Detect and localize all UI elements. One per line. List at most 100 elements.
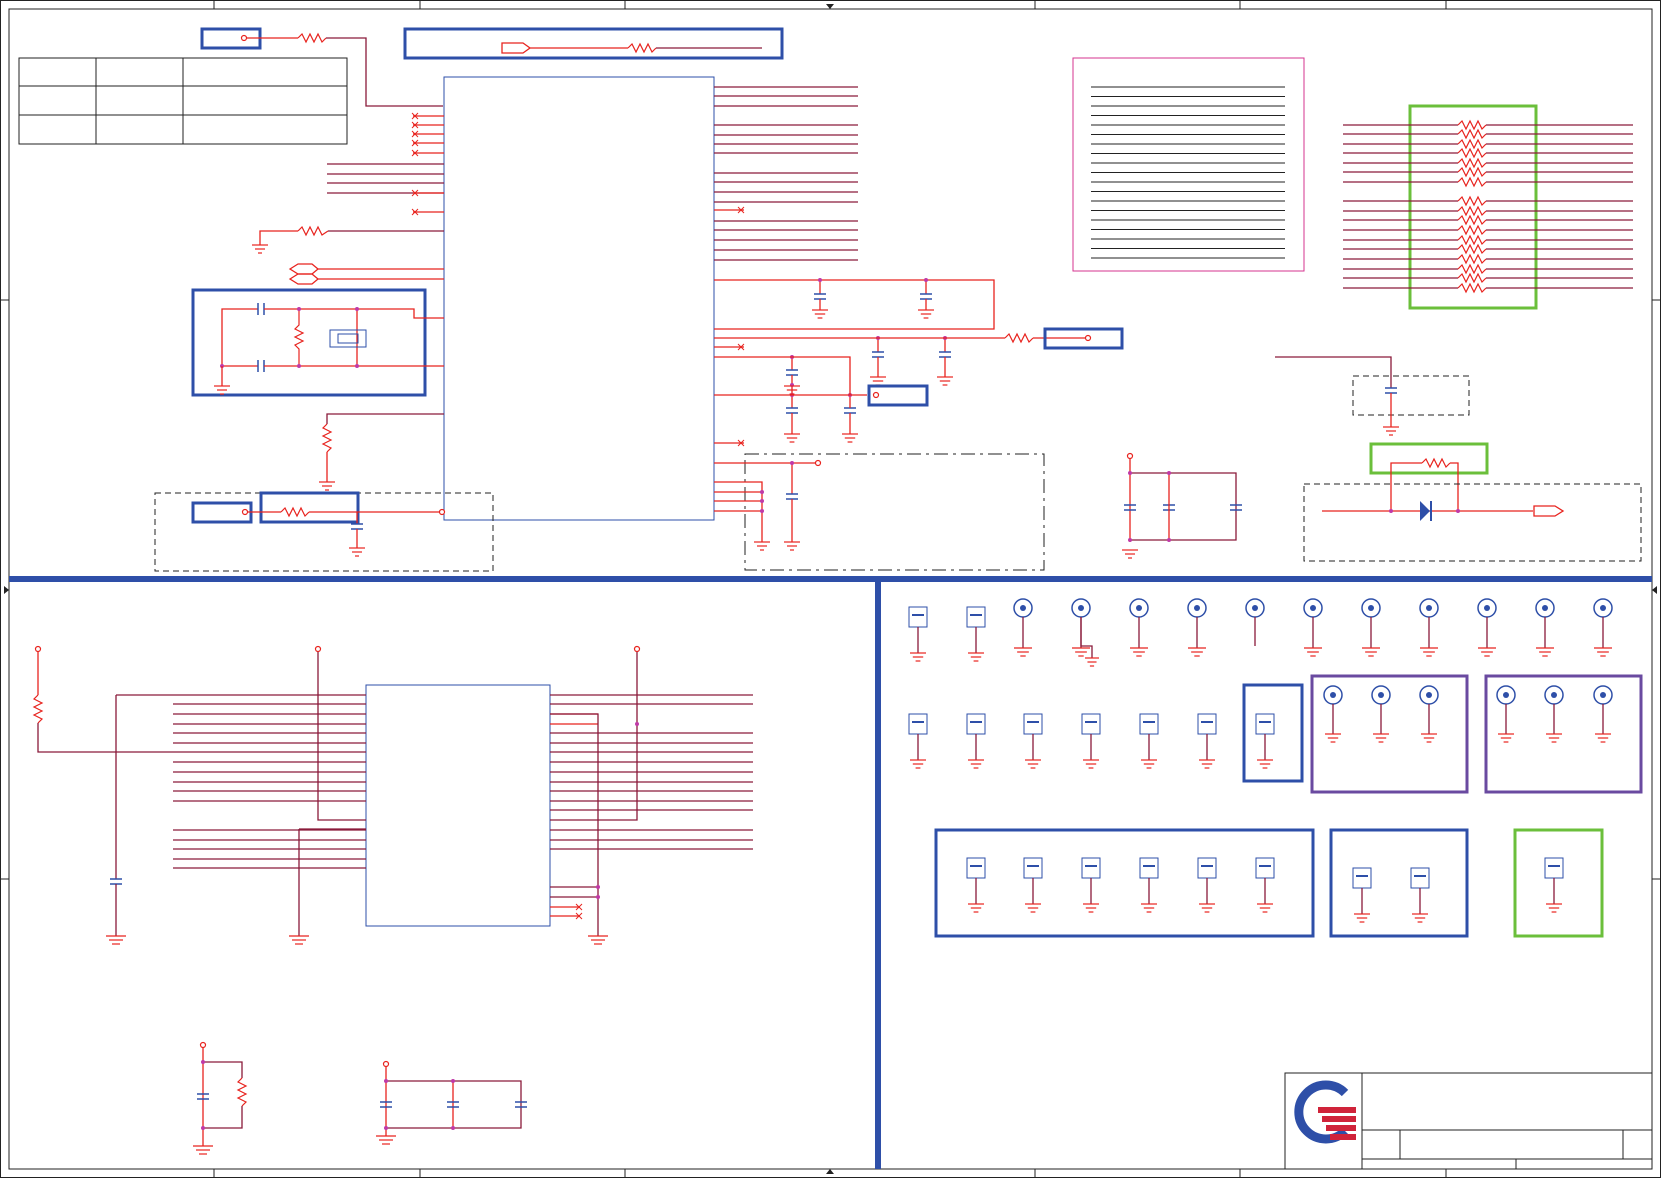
ground-icon (1083, 759, 1099, 769)
mounting-hole-row (1013, 598, 1613, 667)
ground-icon (1025, 903, 1041, 913)
resistor-icon (1457, 234, 1487, 246)
rc-circuit-right (376, 1060, 527, 1145)
main-ic-right-pins (714, 86, 858, 447)
ground-icon (1199, 759, 1215, 769)
ground-icon (1083, 903, 1099, 913)
resistor-icon (1457, 138, 1487, 150)
test-point-icon (1352, 867, 1372, 889)
ground-icon (1188, 647, 1206, 657)
ground-icon (1141, 759, 1157, 769)
test-point-icon (1139, 857, 1159, 879)
top-left-port (200, 27, 443, 107)
ground-icon (1304, 647, 1322, 657)
diode-icon (1420, 501, 1430, 521)
ground-icon (1014, 647, 1032, 657)
crystal-block (191, 288, 444, 397)
diode-circuit (1303, 442, 1642, 562)
resistor-icon (1457, 166, 1487, 178)
secondary-power-rails (32, 645, 641, 945)
top-connector-box (403, 27, 784, 60)
resistor-icon (1457, 224, 1487, 236)
test-point-icon (1081, 857, 1101, 879)
ground-icon (1498, 733, 1514, 743)
test-point-icon (1255, 857, 1275, 879)
test-point-icon (1410, 867, 1430, 889)
reset-circuit (154, 491, 494, 572)
ground-icon (1373, 733, 1389, 743)
ground-icon (842, 433, 858, 443)
bulk-caps (1122, 452, 1242, 559)
test-point-icon (1023, 713, 1043, 735)
resistor-icon (1457, 282, 1487, 294)
ground-icon (1478, 647, 1496, 657)
ground-icon (918, 309, 934, 319)
option-table (18, 57, 348, 145)
capacitor-icon (920, 293, 932, 300)
ground-icon (784, 433, 800, 443)
ground-icon (968, 652, 984, 662)
ground-icon (1420, 647, 1438, 657)
test-point-icon (1197, 857, 1217, 879)
main-ic (443, 76, 715, 521)
ground-icon (1546, 733, 1562, 743)
power-filter-area (714, 453, 1045, 571)
resistor-icon (1457, 157, 1487, 169)
test-point-icon (966, 606, 986, 628)
test-point-icon (966, 857, 986, 879)
secondary-ic-pins (173, 694, 753, 869)
resistor-icon (1457, 119, 1487, 131)
test-pad-row (908, 606, 1275, 769)
ground-icon (968, 759, 984, 769)
ground-icon (1354, 913, 1370, 923)
logo-icon (1294, 1080, 1356, 1144)
ground-icon (1085, 657, 1099, 667)
test-point-icon (966, 713, 986, 735)
differential-connector (288, 263, 444, 285)
ground-icon (1595, 733, 1611, 743)
ground-icon (1325, 733, 1341, 743)
secondary-ic (365, 684, 551, 927)
filter-cap (1275, 356, 1470, 436)
capacitor-icon (786, 369, 798, 376)
sheet-border (0, 0, 1661, 1178)
resistor-icon (1457, 243, 1487, 255)
resistor-icon (1457, 176, 1487, 188)
resistor-icon (1457, 263, 1487, 275)
test-point-icon (1023, 857, 1043, 879)
schematic-sheet (0, 0, 1661, 1178)
resistor-icon (1457, 253, 1487, 265)
test-point-icon (1255, 713, 1275, 735)
ground-icon (1072, 647, 1090, 657)
ground-icon (812, 309, 828, 319)
main-ic-left-pins (327, 112, 444, 216)
ground-icon (1025, 759, 1041, 769)
ground-icon (1362, 647, 1380, 657)
capacitor-icon (872, 351, 884, 358)
capacitor-icon (786, 407, 798, 414)
resistor-icon (1457, 195, 1487, 207)
capacitor-icon (939, 351, 951, 358)
ground-icon (870, 376, 886, 386)
test-point-icon (1544, 857, 1564, 879)
ground-resistor (252, 225, 444, 254)
decoupling-caps-top (714, 278, 1124, 443)
ground-icon (1536, 647, 1554, 657)
notes-frame (1072, 57, 1305, 272)
rc-circuit-left (193, 1041, 248, 1155)
ground-icon (1546, 903, 1562, 913)
test-point-icon (908, 606, 928, 628)
ground-icon (937, 376, 953, 386)
test-point-icon (908, 713, 928, 735)
ground-icon (910, 759, 926, 769)
resistor-icon (1457, 272, 1487, 284)
capacitor-icon (844, 407, 856, 414)
ground-icon (1412, 913, 1428, 923)
ground-icon (1257, 759, 1273, 769)
resistor-array (1343, 104, 1633, 310)
section-dividers (9, 576, 1652, 1169)
resistor-icon (1457, 205, 1487, 217)
crystal-icon (329, 329, 367, 348)
pulldown-resistor (319, 413, 444, 491)
ground-icon (1199, 903, 1215, 913)
